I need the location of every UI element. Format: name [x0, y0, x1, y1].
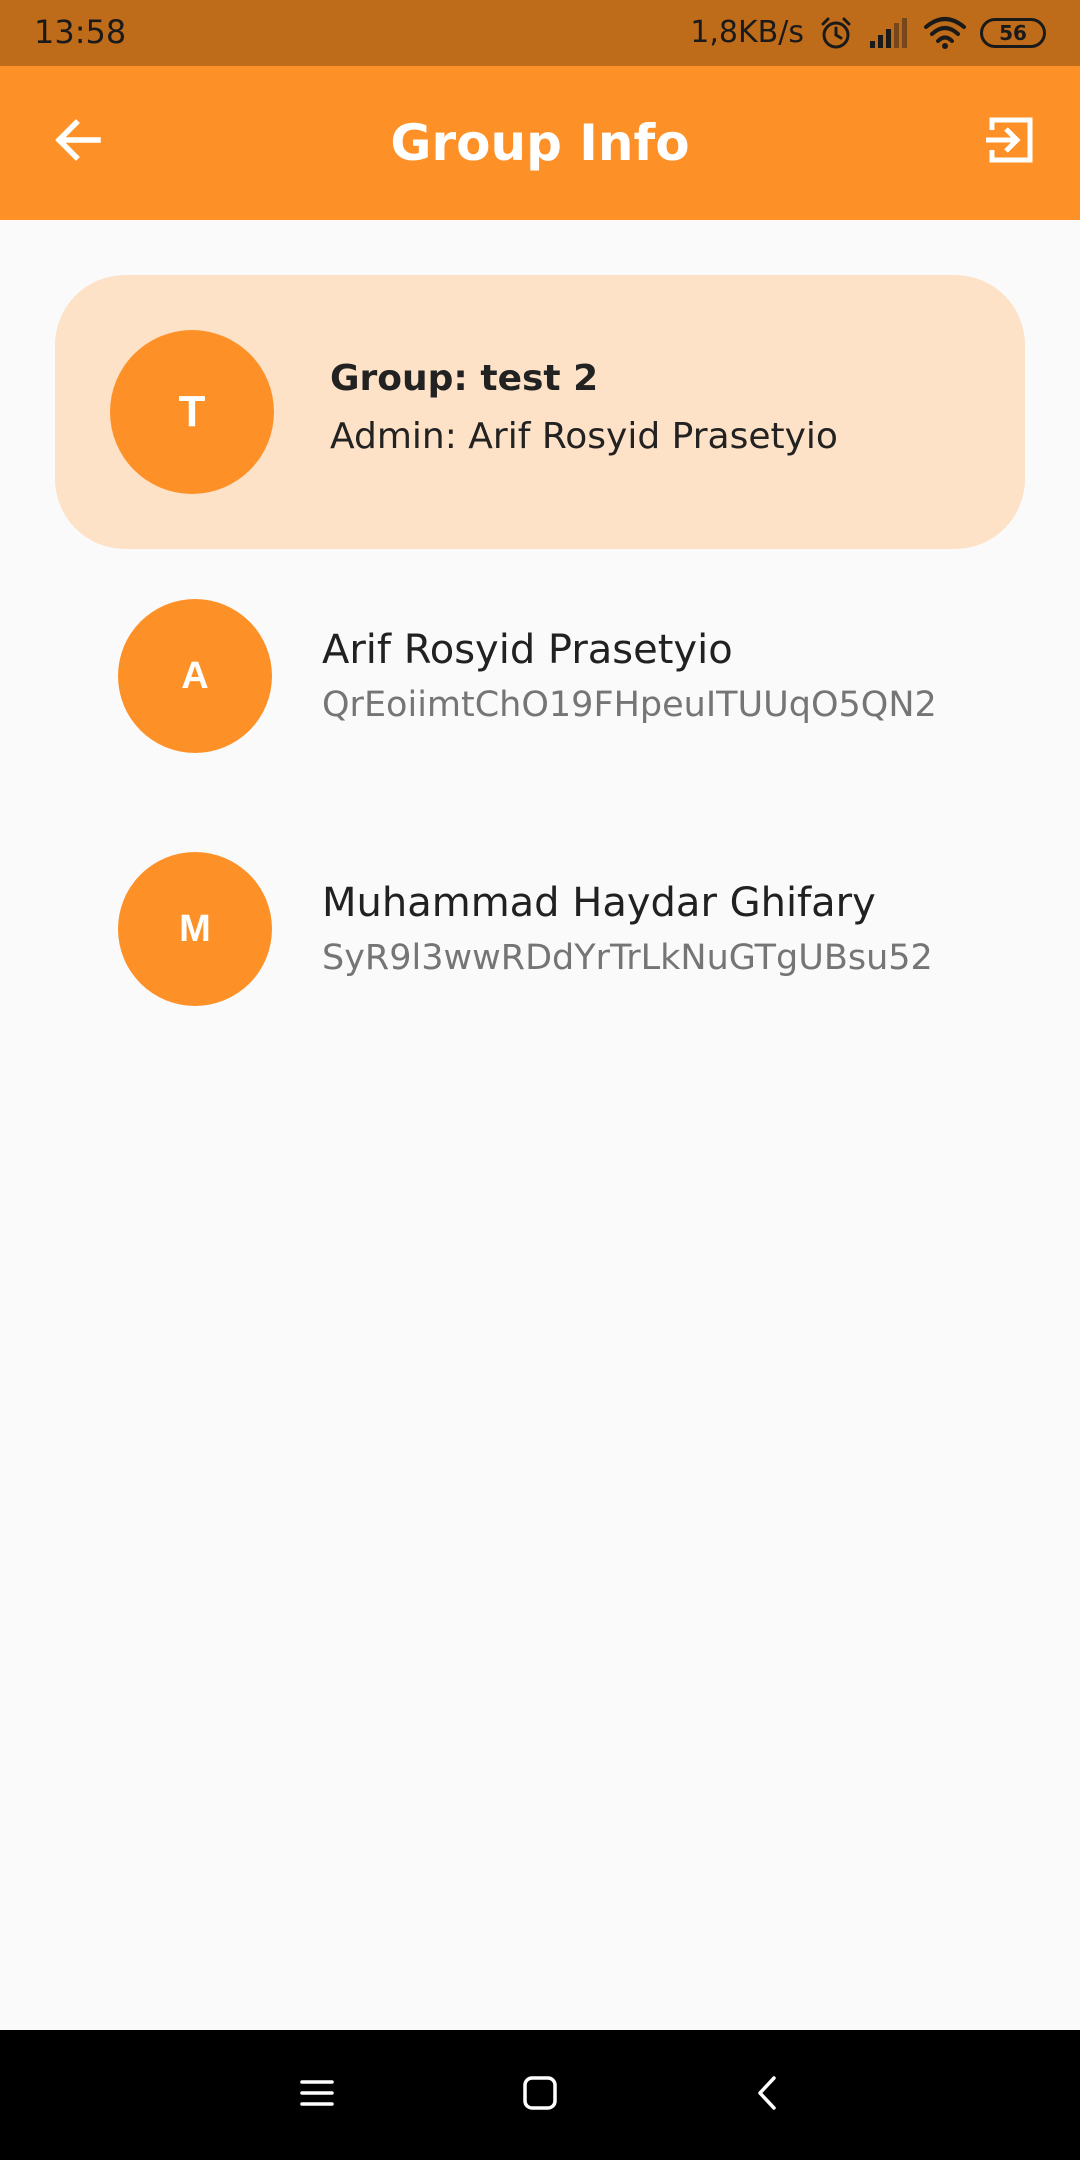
- group-name: Group: test 2: [330, 358, 599, 399]
- back-chevron-icon: [752, 2074, 782, 2116]
- alarm-icon: [818, 15, 854, 51]
- group-admin: Admin: Arif Rosyid Prasetyio: [330, 416, 838, 457]
- member-list-item[interactable]: A Arif Rosyid Prasetyio QrEoiimtChO19FHp…: [0, 575, 1080, 775]
- recent-apps-button[interactable]: [282, 2060, 352, 2130]
- home-square-icon: [521, 2074, 559, 2116]
- member-list-item[interactable]: M Muhammad Haydar Ghifary SyR9l3wwRDdYrT…: [0, 828, 1080, 1028]
- status-bar: 13:58 1,8KB/s 56: [0, 0, 1080, 66]
- group-info-card: T Group: test 2 Admin: Arif Rosyid Prase…: [55, 275, 1025, 549]
- signal-icon: [868, 17, 910, 49]
- member-avatar: A: [118, 599, 272, 753]
- member-avatar: M: [118, 852, 272, 1006]
- battery-icon: 56: [980, 18, 1046, 48]
- member-uid: QrEoiimtChO19FHpeuITUUqO5QN2: [322, 685, 937, 725]
- exit-to-app-icon: [982, 112, 1038, 172]
- battery-level: 56: [999, 21, 1027, 45]
- arrow-back-icon: [52, 114, 104, 170]
- system-back-button[interactable]: [732, 2060, 802, 2130]
- member-name: Arif Rosyid Prasetyio: [322, 627, 733, 673]
- network-speed: 1,8KB/s: [690, 15, 804, 50]
- status-indicators: 1,8KB/s 56: [690, 12, 1046, 54]
- page-title: Group Info: [390, 114, 690, 172]
- status-time: 13:58: [34, 13, 127, 51]
- group-avatar: T: [110, 330, 274, 494]
- back-button[interactable]: [42, 106, 114, 178]
- home-button[interactable]: [505, 2060, 575, 2130]
- app-bar: Group Info: [0, 66, 1080, 220]
- menu-icon: [299, 2077, 335, 2113]
- leave-group-button[interactable]: [972, 104, 1048, 180]
- wifi-icon: [924, 16, 966, 50]
- system-nav-bar: [0, 2030, 1080, 2160]
- member-uid: SyR9l3wwRDdYrTrLkNuGTgUBsu52: [322, 938, 933, 978]
- member-name: Muhammad Haydar Ghifary: [322, 880, 876, 926]
